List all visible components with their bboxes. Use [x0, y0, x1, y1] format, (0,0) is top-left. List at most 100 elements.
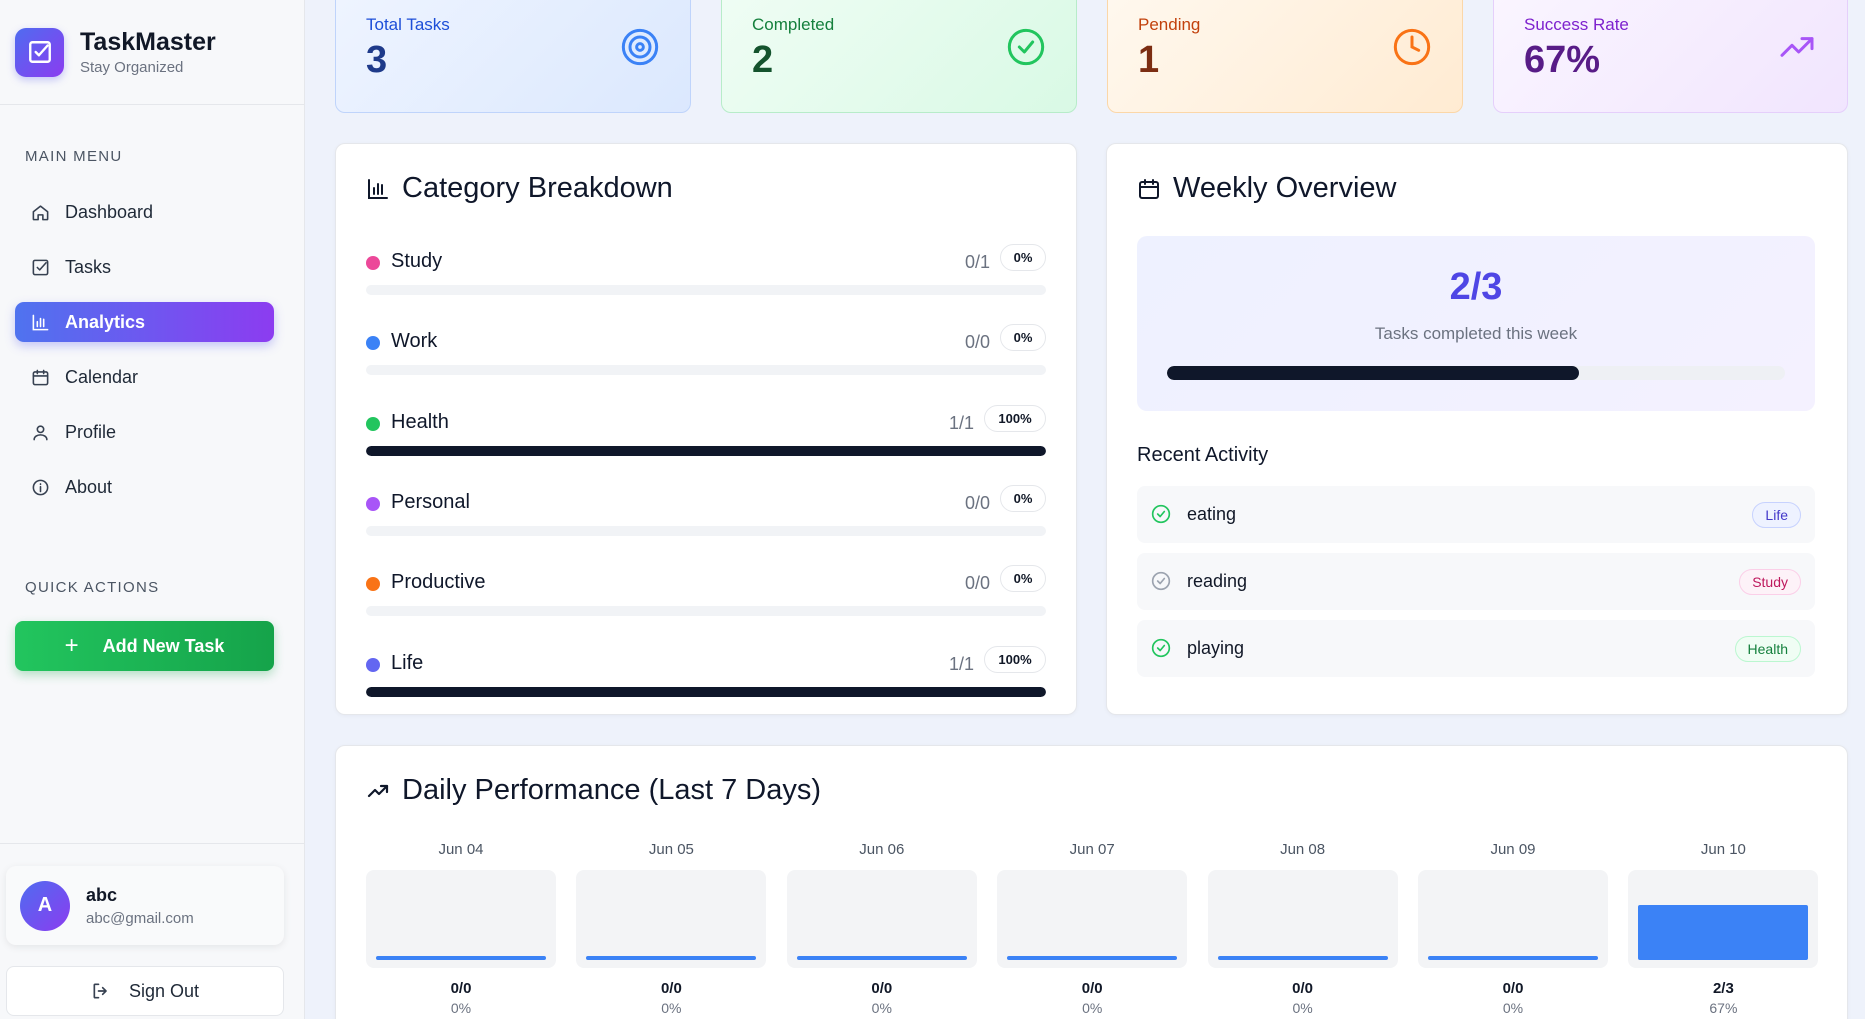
day-bar-container	[1628, 870, 1819, 968]
quick-actions-title: QUICK ACTIONS	[25, 579, 160, 596]
activity-name: eating	[1187, 504, 1237, 524]
category-name: Study	[391, 250, 443, 272]
day-bar-container	[576, 870, 767, 968]
category-count: 1/1	[948, 412, 974, 433]
sidebar-item-calendar[interactable]: Calendar	[15, 357, 274, 397]
day-percent: 0%	[1502, 1000, 1524, 1016]
check-circle-icon	[1006, 27, 1046, 72]
category-count: 1/1	[948, 653, 974, 674]
day-date: Jun 06	[859, 841, 905, 858]
calendar-icon	[30, 367, 50, 387]
category-percent-badge: 0%	[1000, 484, 1046, 512]
category-dot	[366, 256, 380, 270]
trending-up-icon	[1777, 27, 1817, 72]
day-percent: 67%	[1709, 1000, 1738, 1016]
user-name: abc	[86, 884, 118, 905]
day-percent: 0%	[450, 1000, 472, 1016]
day-column: Jun 08 0/0 0%	[1207, 841, 1398, 1016]
category-breakdown-title: Category Breakdown	[402, 172, 673, 204]
category-name: Productive	[391, 571, 486, 594]
category-dot	[366, 577, 380, 592]
day-bar-container	[1207, 870, 1398, 968]
day-column: Jun 06 0/0 0%	[786, 841, 977, 1016]
day-bar	[1217, 956, 1388, 960]
weekly-caption: Tasks completed this week	[1374, 324, 1578, 343]
brand-tagline: Stay Organized	[80, 59, 184, 76]
day-column: Jun 05 0/0 0%	[576, 841, 767, 1016]
category-count: 0/0	[964, 492, 990, 513]
weekly-summary: 2/3 Tasks completed this week	[1137, 236, 1815, 411]
sidebar-item-dashboard[interactable]: Dashboard	[15, 192, 274, 232]
logo-check-icon	[15, 27, 64, 77]
day-date: Jun 09	[1490, 841, 1536, 858]
day-ratio: 0/0	[1502, 980, 1524, 997]
category-row-health: Health 1/1 100%	[366, 404, 1046, 459]
stat-card-total-tasks: Total Tasks 3	[335, 0, 691, 113]
day-bar-container	[997, 870, 1188, 968]
weekly-progress-fill	[1167, 366, 1580, 380]
sign-out-button[interactable]: Sign Out	[6, 966, 284, 1016]
day-ratio: 0/0	[1081, 980, 1103, 997]
category-row-work: Work 0/0 0%	[366, 324, 1046, 378]
daily-performance-panel: Daily Performance (Last 7 Days) Jun 04 0/…	[335, 745, 1848, 1019]
category-name: Health	[391, 410, 449, 433]
day-date: Jun 10	[1700, 841, 1746, 858]
sidebar-item-analytics[interactable]: Analytics	[15, 302, 274, 342]
day-ratio: 0/0	[660, 980, 682, 997]
avatar: A	[20, 880, 70, 931]
category-count: 0/0	[964, 332, 990, 353]
add-new-task-button[interactable]: + Add New Task	[15, 621, 274, 671]
panel-title: Category Breakdown	[366, 172, 673, 205]
category-row-personal: Personal 0/0 0%	[366, 484, 1046, 539]
day-date: Jun 04	[438, 841, 484, 858]
day-percent: 0%	[661, 1000, 682, 1016]
plus-icon: +	[64, 632, 79, 659]
trending-up-icon	[366, 779, 390, 803]
category-name: Personal	[391, 490, 470, 513]
category-progress-fill	[366, 686, 1046, 697]
weekly-progress-track	[1167, 366, 1785, 380]
category-progress-track	[366, 445, 1046, 456]
day-bar	[1638, 905, 1809, 960]
pending-circle-icon	[1151, 571, 1171, 591]
bar-chart-icon	[30, 312, 50, 332]
category-progress-track	[366, 606, 1046, 617]
stat-card-success-rate: Success Rate 67%	[1493, 0, 1848, 113]
sidebar-item-profile[interactable]: Profile	[15, 412, 274, 452]
category-breakdown-panel: Category Breakdown Study 0/1 0% Work 0/0 0% He…	[335, 143, 1077, 715]
activity-item[interactable]: playing Health	[1137, 620, 1815, 677]
category-dot	[366, 336, 380, 351]
day-column: Jun 07 0/0 0%	[997, 841, 1188, 1016]
category-row-life: Life 1/1 100%	[366, 645, 1046, 700]
bar-chart-icon	[366, 177, 390, 201]
sidebar-item-label: Profile	[65, 421, 117, 442]
category-dot	[366, 657, 380, 672]
sidebar-item-tasks[interactable]: Tasks	[15, 247, 274, 287]
daily-performance-title: Daily Performance (Last 7 Days)	[402, 774, 822, 806]
user-icon	[30, 422, 50, 442]
panel-title: Weekly Overview	[1137, 172, 1396, 205]
sign-out-label: Sign Out	[128, 980, 200, 1001]
user-email: abc@gmail.com	[86, 909, 194, 927]
day-bar	[586, 956, 757, 960]
panel-title: Daily Performance (Last 7 Days)	[366, 774, 821, 807]
category-progress-fill	[366, 445, 1046, 456]
category-count: 0/0	[964, 573, 990, 594]
day-ratio: 0/0	[871, 980, 893, 997]
activity-item[interactable]: eating Life	[1137, 486, 1815, 543]
activity-category-badge: Health	[1734, 636, 1801, 662]
activity-item[interactable]: reading Study	[1137, 553, 1815, 610]
activity-name: playing	[1187, 638, 1245, 658]
add-task-label: Add New Task	[102, 635, 225, 656]
day-percent: 0%	[1292, 1000, 1313, 1016]
weekly-overview-title: Weekly Overview	[1173, 172, 1397, 204]
sidebar: TaskMaster Stay Organized MAIN MENU Dash…	[0, 0, 305, 1019]
day-column: Jun 09 0/0 0%	[1418, 841, 1608, 1016]
logout-icon	[91, 981, 111, 1001]
sidebar-item-about[interactable]: About	[15, 467, 274, 507]
user-card[interactable]: A abc abc@gmail.com	[6, 866, 284, 945]
home-icon	[30, 202, 50, 222]
category-name: Life	[391, 651, 424, 674]
day-column: Jun 10 2/3 67%	[1628, 841, 1819, 1016]
brand: TaskMaster Stay Organized	[0, 0, 304, 105]
